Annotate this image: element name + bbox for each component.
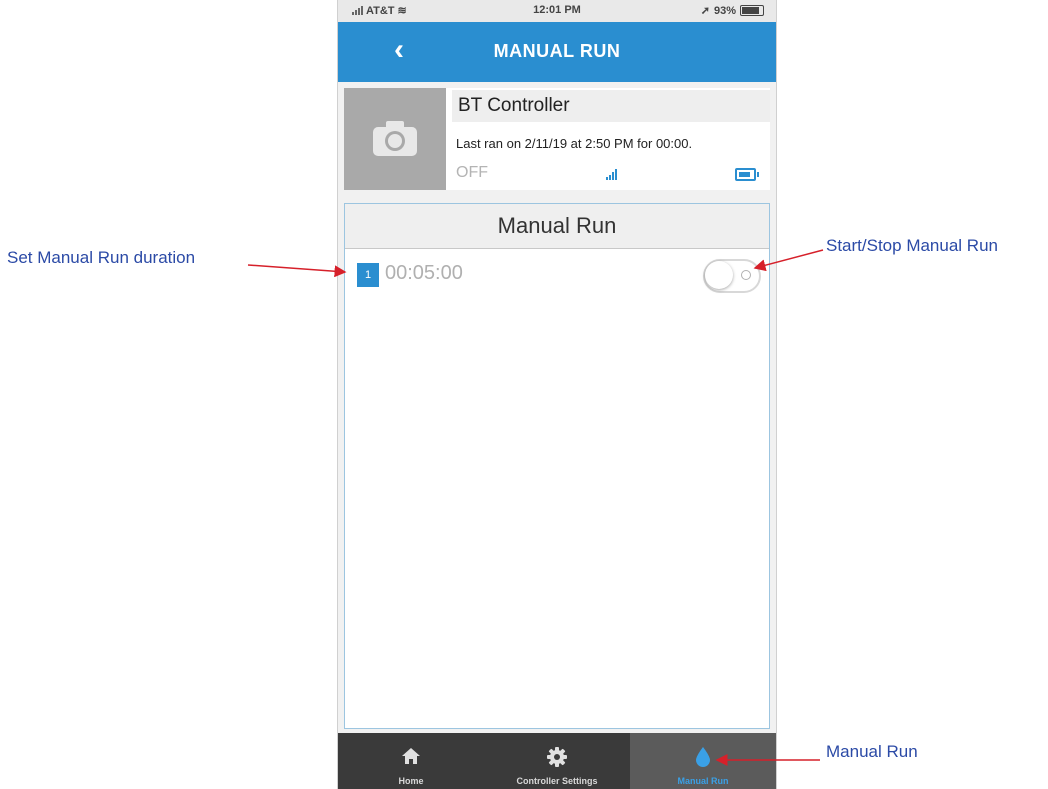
arrow-start-stop [753, 249, 824, 272]
annotation-manual-run-tab: Manual Run [826, 742, 918, 761]
annotation-start-stop: Start/Stop Manual Run [826, 236, 998, 255]
annotation-set-duration: Set Manual Run duration [7, 248, 196, 267]
annotation-arrows [247, 249, 824, 766]
arrow-set-duration [247, 264, 347, 278]
